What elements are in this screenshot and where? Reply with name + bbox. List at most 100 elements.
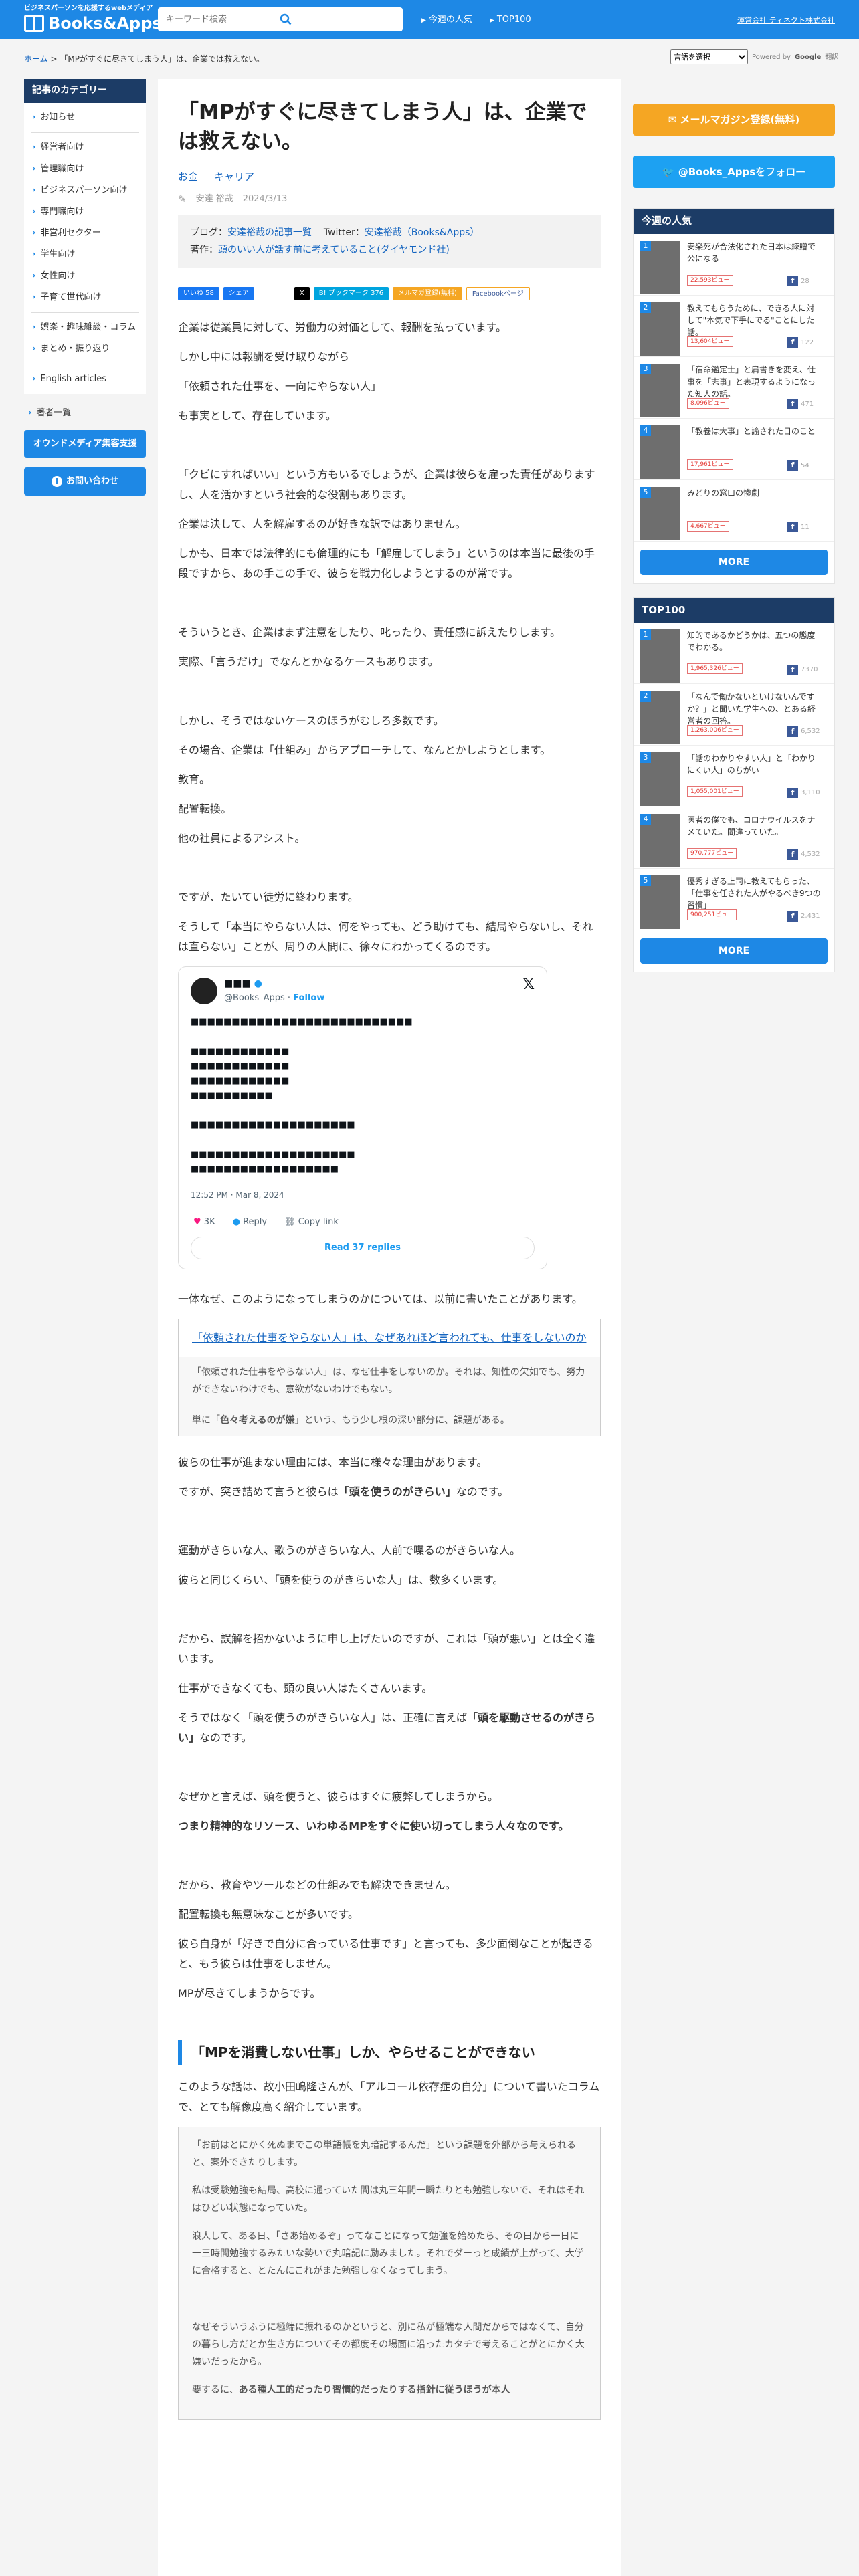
paragraph: 他の社員によるアシスト。 xyxy=(178,832,306,845)
ranking-item[interactable]: 3 「宿命鑑定士」と肩書きを変え、仕事を「志事」と表現するようになった知人の話。 8… xyxy=(634,357,834,419)
ranking-item[interactable]: 5 みどりの窓口の惨劇 4,667ビュー f 11 xyxy=(634,480,834,542)
rank-number: 1 xyxy=(640,240,651,251)
ranking-item[interactable]: 2 教えてもらうために、できる人に対して"本気で下手にでる"ことにした話。 13,6… xyxy=(634,296,834,357)
site-logo[interactable]: ビジネスパーソンを応援するwebメディア Books&Apps xyxy=(24,4,162,33)
ranking-item[interactable]: 1 安楽死が合法化された日本は練贈で公になる 22,593ビュー f 28 xyxy=(634,234,834,296)
facebook-count: f 28 xyxy=(787,276,809,287)
category-item[interactable]: お知らせ xyxy=(24,107,146,128)
author-link[interactable]: 安達 裕哉 xyxy=(196,192,233,207)
book-link[interactable]: 頭のいい人が話す前に考えていること(ダイヤモンド社) xyxy=(218,245,450,255)
contact-button[interactable]: i お問い合わせ xyxy=(24,467,146,496)
category-item[interactable]: 子育て世代向け xyxy=(24,287,146,308)
blog-link[interactable]: 安達裕哉の記事一覧 xyxy=(227,227,312,238)
twitter-follow-button[interactable]: 🐦 @Books_Appsをフォロー xyxy=(633,156,835,188)
ranking-item[interactable]: 3 「話のわかりやすい人」と「わかりにくい人」のちがい 1,055,001ビュー f 3… xyxy=(634,746,834,807)
category-heading: 記事のカテゴリー xyxy=(24,79,146,103)
article-title: 「MPがすぐに尽きてしまう人」は、企業では救えない。 xyxy=(178,100,587,154)
weekly-popular-panel: 今週の人気 1 安楽死が合法化された日本は練贈で公になる 22,593ビュー f 28 2… xyxy=(633,208,835,584)
view-count-badge: 8,096ビュー xyxy=(687,397,729,409)
tag-link[interactable]: お金 xyxy=(178,169,198,186)
category-item[interactable]: 非営利セクター xyxy=(24,223,146,244)
search-input[interactable] xyxy=(158,7,359,31)
tweet-copy-link[interactable]: ⛓ Copy link xyxy=(284,1215,339,1230)
article-thumbnail[interactable]: 5 xyxy=(640,875,680,929)
avatar[interactable] xyxy=(191,978,217,1004)
more-button[interactable]: MORE xyxy=(640,938,828,964)
nav-top100[interactable]: ▶ TOP100 xyxy=(490,13,531,27)
mail-magazine-button[interactable]: メルマガ登録(無料) xyxy=(393,287,462,300)
rank-number: 3 xyxy=(640,752,651,763)
site-name: Books&Apps xyxy=(48,14,162,33)
category-item[interactable]: English articles xyxy=(24,368,146,390)
ranking-item[interactable]: 1 知的であるかどうかは、五つの態度でわかる。 1,965,326ビュー f 7370 xyxy=(634,623,834,684)
ranking-item[interactable]: 2 「なんで働かないといけないんですか？」と聞いた学生への、とある経営者の回答。 1… xyxy=(634,684,834,746)
hatena-bookmark-button[interactable]: B! ブックマーク 376 xyxy=(313,287,389,300)
ranking-item[interactable]: 5 優秀すぎる上司に教えてもらった、「仕事を任された人がやるべき9つの習慣」 900… xyxy=(634,869,834,930)
rank-number: 4 xyxy=(640,425,651,436)
article-thumbnail[interactable]: 4 xyxy=(640,425,680,479)
category-item[interactable]: 学生向け xyxy=(24,244,146,265)
embedded-tweet[interactable]: ■■■ ● @Books_Apps · Follow 𝕏 ■■■■■■■■■■■… xyxy=(178,966,547,1269)
x-logo-icon[interactable]: 𝕏 xyxy=(522,978,535,992)
tweet-time[interactable]: 12:52 PM · Mar 8, 2024 xyxy=(191,1182,535,1208)
article-thumbnail[interactable]: 4 xyxy=(640,814,680,867)
view-count-badge: 1,055,001ビュー xyxy=(687,786,743,797)
ranking-item[interactable]: 4 「教養は大事」と諭された日のこと 17,961ビュー f 54 xyxy=(634,419,834,480)
article-thumbnail[interactable]: 3 xyxy=(640,752,680,806)
article-thumbnail[interactable]: 2 xyxy=(640,691,680,744)
breadcrumb-home[interactable]: ホーム xyxy=(24,54,48,64)
paragraph: ですが、突き詰めて言うと彼らは「頭を使うのがきらい」なのです。 xyxy=(178,1485,509,1498)
share-buttons: いいね 58 シェア X B! ブックマーク 376 メルマガ登録(無料) Fa… xyxy=(178,287,601,300)
article-thumbnail[interactable]: 5 xyxy=(640,486,680,540)
link-icon: ⛓ xyxy=(284,1217,296,1227)
right-sidebar: ✉ メールマガジン登録(無料) 🐦 @Books_Appsをフォロー 今週の人気… xyxy=(633,104,835,986)
article-tags: お金 キャリア xyxy=(178,169,601,186)
article-thumbnail[interactable]: 1 xyxy=(640,240,680,294)
view-count-badge: 4,667ビュー xyxy=(687,520,729,532)
twitter-link[interactable]: 安達裕哉（Books&Apps） xyxy=(365,227,480,238)
authors-link[interactable]: 著者一覧 xyxy=(24,402,146,425)
category-item[interactable]: 専門職向け xyxy=(24,201,146,223)
paragraph: 彼ら自身が「好きで自分に合っている仕事です」と言っても、多少面倒なことが起きると… xyxy=(178,1937,593,1970)
ranking-item[interactable]: 4 医者の僕でも、コロナウイルスをナメていた。間違っていた。 970,777ビュー f… xyxy=(634,807,834,869)
article-thumbnail[interactable]: 3 xyxy=(640,363,680,417)
view-count-badge: 1,965,326ビュー xyxy=(687,663,743,674)
tweet-line: ■■■■■■■■■■■■ xyxy=(191,1047,290,1057)
category-item[interactable]: 管理職向け xyxy=(24,158,146,180)
owned-media-button[interactable]: オウンドメディア集客支援 xyxy=(24,430,146,459)
mail-magazine-signup-button[interactable]: ✉ メールマガジン登録(無料) xyxy=(633,104,835,136)
tweet-actions: ♥ 3K ● Reply ⛓ Copy link xyxy=(191,1208,535,1237)
info-label: Twitter： xyxy=(323,227,365,238)
language-select[interactable]: 言語を選択 xyxy=(670,49,748,64)
category-item[interactable]: まとめ・振り返り xyxy=(24,338,146,360)
tweet-button[interactable]: X xyxy=(294,287,310,300)
translate-widget: 言語を選択 Powered by Google 翻訳 xyxy=(670,49,838,64)
article-thumbnail[interactable]: 1 xyxy=(640,629,680,683)
search-icon[interactable] xyxy=(280,13,292,25)
tweet-reply[interactable]: ● Reply xyxy=(233,1215,268,1230)
translate-label: 翻訳 xyxy=(825,53,839,61)
article-thumbnail[interactable]: 2 xyxy=(640,302,680,356)
related-article-link[interactable]: 「依頼された仕事をやらない人」は、なぜあれほど言われても、仕事をしないのか xyxy=(192,1331,586,1344)
tweet-follow-link[interactable]: Follow xyxy=(293,993,324,1003)
read-replies-button[interactable]: Read 37 replies xyxy=(191,1237,535,1259)
facebook-page-button[interactable]: Facebookページ xyxy=(466,287,530,300)
category-item[interactable]: 女性向け xyxy=(24,265,146,287)
category-item[interactable]: 娯楽・趣味雑談・コラム xyxy=(24,317,146,338)
author-info-box: ブログ：安達裕哉の記事一覧 Twitter：安達裕哉（Books&Apps） 著… xyxy=(178,215,601,268)
citation-text: 要するに、ある種人工的だったり習慣的だったりする指針に従うほうが本人 xyxy=(192,2385,510,2395)
nav-weekly[interactable]: ▶ 今週の人気 xyxy=(421,13,472,27)
fb-like-button[interactable]: いいね 58 xyxy=(178,287,219,300)
fb-share-button[interactable]: シェア xyxy=(223,287,254,300)
category-item[interactable]: 経営者向け xyxy=(24,137,146,158)
category-item[interactable]: ビジネスパーソン向け xyxy=(24,180,146,201)
paragraph: 実際、「言うだけ」でなんとかなるケースもあります。 xyxy=(178,655,439,668)
company-link[interactable]: 運営会社 ティネクト株式会社 xyxy=(737,15,835,27)
panel-heading: TOP100 xyxy=(634,597,834,623)
tag-link[interactable]: キャリア xyxy=(214,169,254,186)
tweet-like[interactable]: ♥ 3K xyxy=(193,1215,215,1230)
more-button[interactable]: MORE xyxy=(640,549,828,575)
facebook-count: f 122 xyxy=(787,337,814,348)
book-logo-icon xyxy=(24,15,44,32)
facebook-count: f 11 xyxy=(787,522,809,533)
